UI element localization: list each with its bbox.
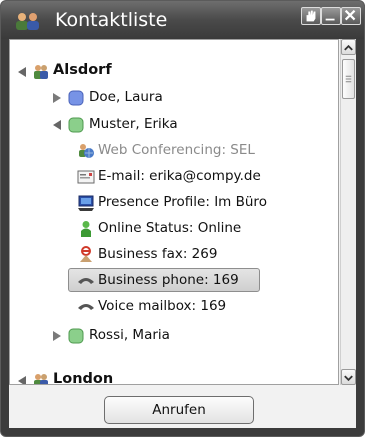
computer-icon — [78, 195, 94, 211]
scroll-up-button[interactable] — [341, 39, 356, 55]
tree-detail-business-phone[interactable]: Business phone: 169 — [10, 268, 338, 294]
close-icon[interactable] — [341, 7, 361, 25]
tree-item-label: E-mail: erika@compy.de — [98, 168, 261, 184]
tree-detail-web-conferencing[interactable]: Web Conferencing: SEL — [10, 138, 338, 164]
email-icon — [77, 170, 95, 184]
voicemail-icon — [78, 304, 94, 310]
window-content: Alsdorf Doe, Laura Muster, Erika Web Con… — [9, 39, 356, 428]
tree-item-label: Presence Profile: Im Büro — [98, 194, 267, 210]
tree-detail-email[interactable]: E-mail: erika@compy.de — [10, 164, 338, 190]
scrollbar-thumb[interactable] — [342, 59, 355, 99]
expand-arrow-icon[interactable] — [50, 329, 64, 343]
contact-list-window: Kontaktliste Alsdorf Doe, Laura Muster, … — [0, 0, 365, 437]
tree-item-label: London — [53, 371, 114, 385]
tree-detail-business-fax[interactable]: Business fax: 269 — [10, 242, 338, 268]
tree-detail-online-status[interactable]: Online Status: Online — [10, 216, 338, 242]
group-icon — [34, 374, 48, 384]
window-title: Kontaktliste — [55, 9, 168, 31]
tree-item-label: Online Status: Online — [98, 220, 242, 236]
person-online-icon — [81, 221, 91, 237]
tree-group-london[interactable]: London — [10, 368, 338, 385]
tree-scrollbar[interactable] — [340, 39, 356, 385]
expand-arrow-icon[interactable] — [50, 91, 64, 105]
tree-item-label: Rossi, Maria — [89, 327, 170, 343]
group-icon — [34, 65, 48, 79]
title-bar: Kontaktliste — [1, 1, 364, 39]
tree-detail-presence-profile[interactable]: Presence Profile: Im Büro — [10, 190, 338, 216]
collapse-arrow-icon[interactable] — [15, 374, 29, 385]
tree-contact-rossi-maria[interactable]: Rossi, Maria — [10, 323, 338, 349]
status-green-icon — [68, 117, 84, 133]
hand-icon[interactable] — [301, 7, 321, 25]
call-button[interactable]: Anrufen — [104, 396, 254, 424]
tree-item-label: Voice mailbox: 169 — [98, 298, 227, 314]
people-icon — [16, 13, 39, 30]
fax-icon — [80, 246, 92, 262]
tree-item-label: Alsdorf — [53, 62, 112, 78]
phone-icon — [78, 278, 94, 284]
tree-contact-doe-laura[interactable]: Doe, Laura — [10, 85, 338, 111]
status-blue-icon — [68, 90, 84, 106]
tree-item-label: Business phone: 169 — [98, 272, 239, 288]
tree-item-label: Business fax: 269 — [98, 246, 218, 262]
scroll-down-button[interactable] — [341, 369, 356, 385]
minimize-icon[interactable] — [321, 7, 341, 25]
tree-detail-voice-mailbox[interactable]: Voice mailbox: 169 — [10, 294, 338, 320]
contact-tree[interactable]: Alsdorf Doe, Laura Muster, Erika Web Con… — [9, 39, 339, 385]
collapse-arrow-icon[interactable] — [50, 118, 64, 132]
tree-contact-muster-erika[interactable]: Muster, Erika — [10, 112, 338, 138]
status-green-icon — [68, 328, 84, 344]
tree-item-label: Doe, Laura — [89, 89, 163, 105]
collapse-arrow-icon[interactable] — [15, 65, 29, 79]
web-conferencing-icon — [79, 144, 94, 158]
tree-item-label: Muster, Erika — [89, 116, 178, 132]
tree-group-alsdorf[interactable]: Alsdorf — [10, 59, 338, 85]
tree-item-label: Web Conferencing: SEL — [98, 142, 255, 158]
